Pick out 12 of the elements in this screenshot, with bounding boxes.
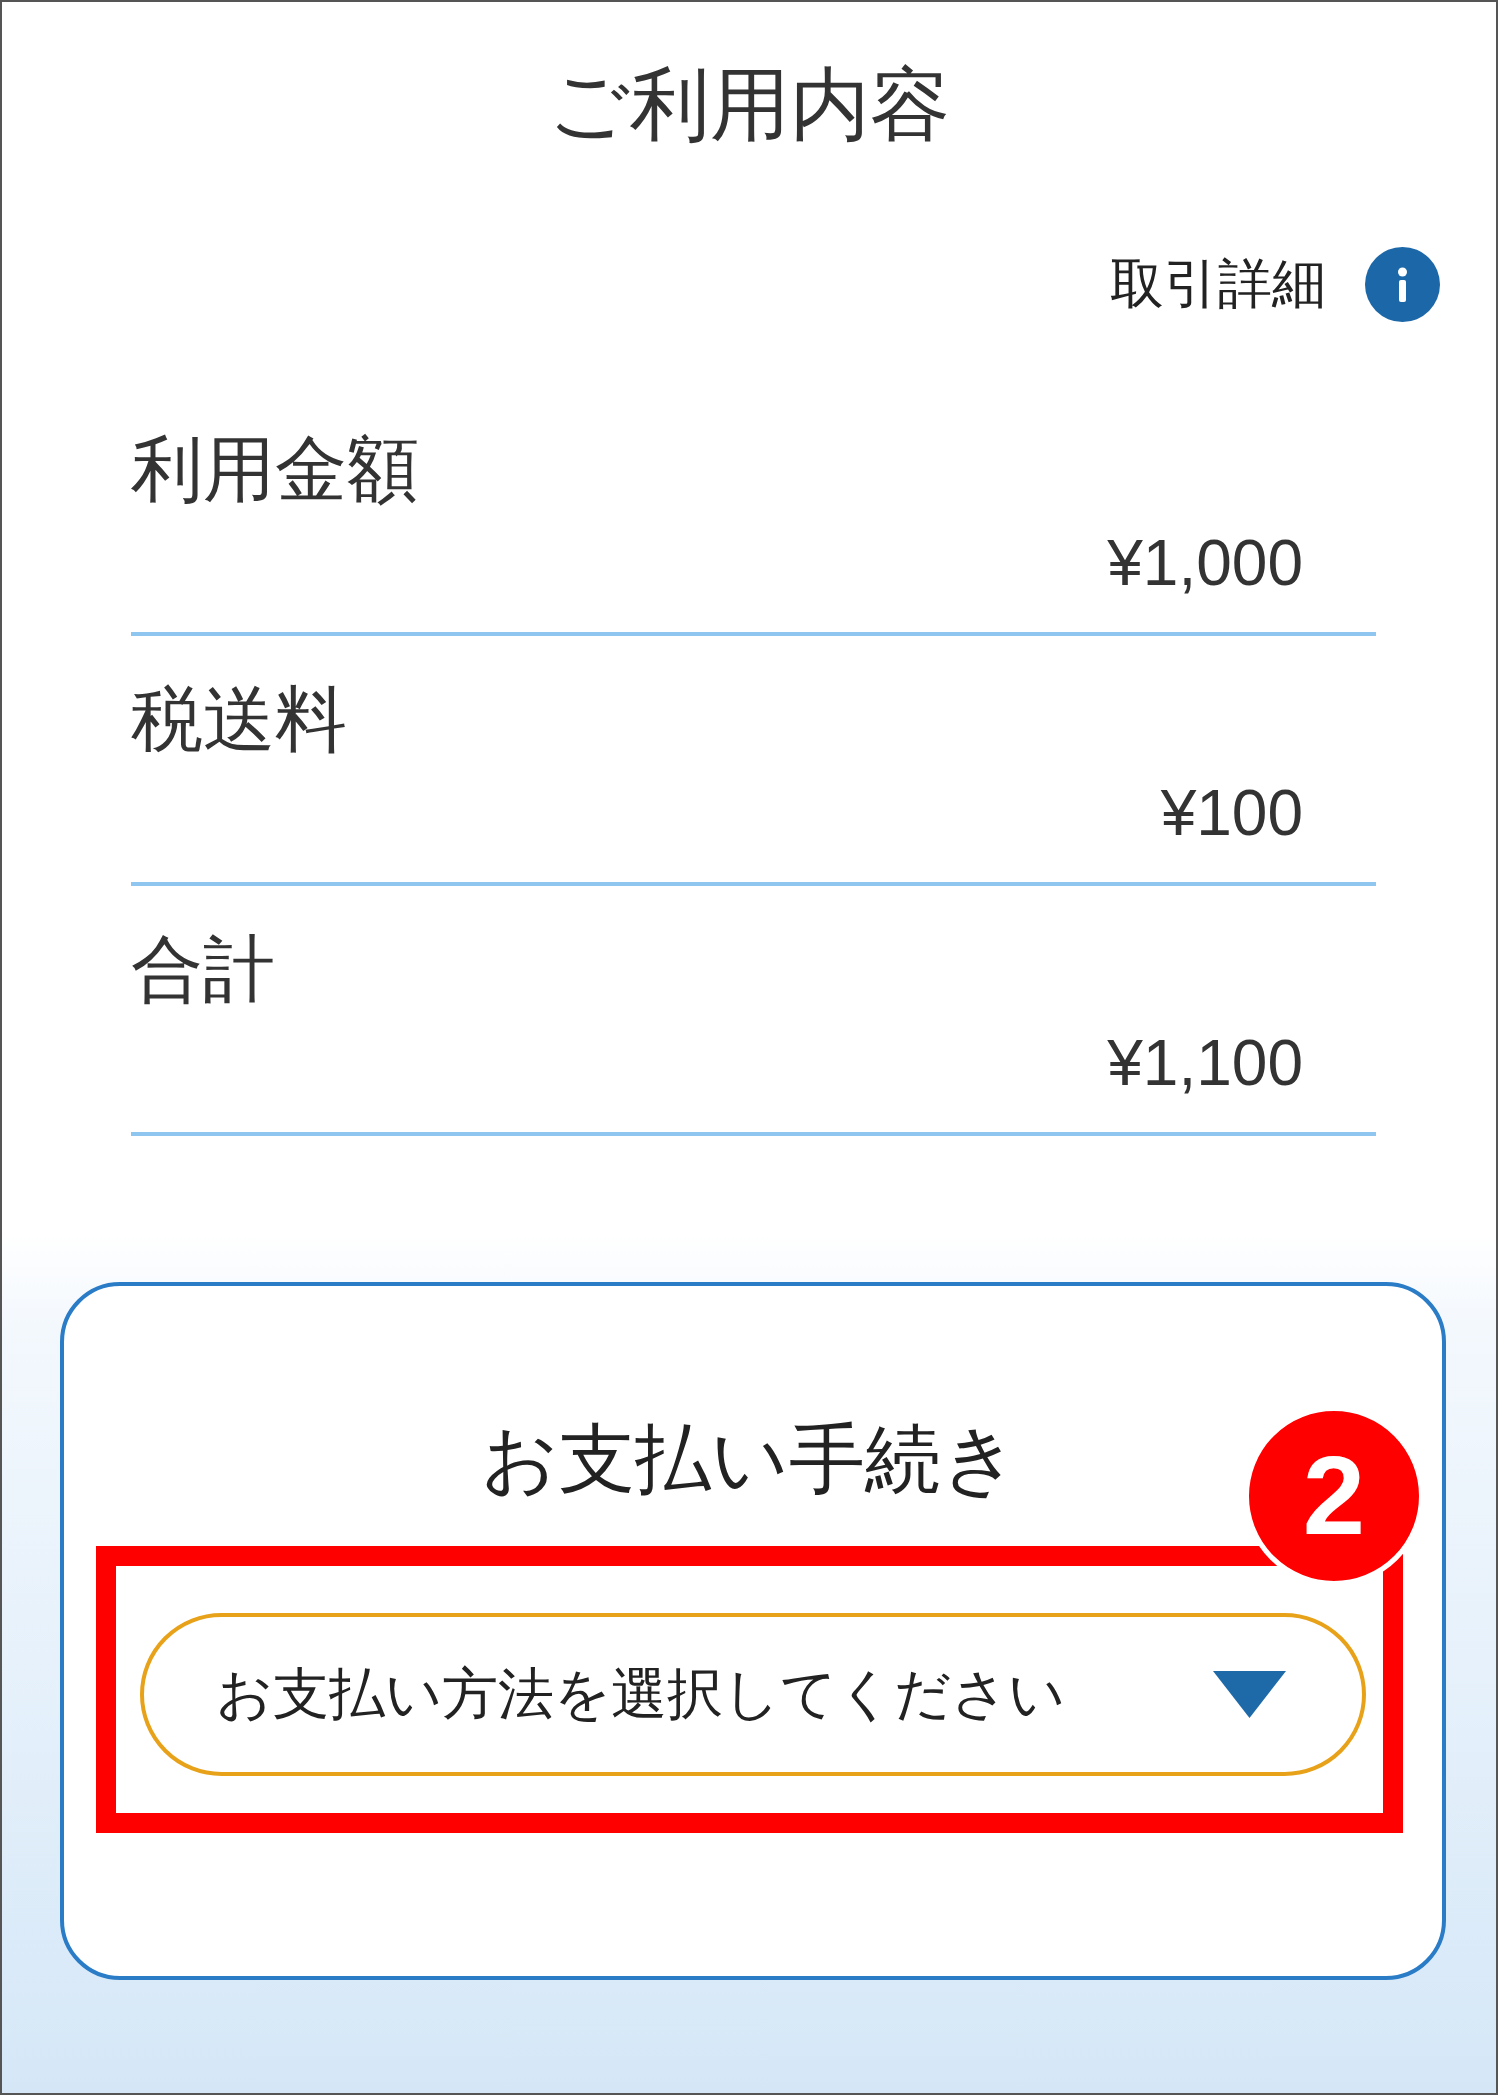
card-title: お支払い手続き (480, 1413, 1019, 1505)
amount-label: 合計 (131, 926, 275, 1013)
amount-value: ¥1,000 (1107, 526, 1303, 601)
caret-icon (1213, 1671, 1286, 1718)
amount-value: ¥100 (1160, 776, 1303, 851)
transaction-details-link[interactable]: 取引詳細 (1110, 244, 1440, 324)
amount-label: 税送料 (131, 676, 347, 763)
info-icon (1365, 246, 1440, 322)
payment-method-select[interactable]: お支払い方法を選択してください (140, 1613, 1366, 1776)
amount-value: ¥1,100 (1107, 1026, 1303, 1101)
page-title: ご利用内容 (548, 57, 950, 153)
amount-label: 利用金額 (131, 426, 419, 513)
